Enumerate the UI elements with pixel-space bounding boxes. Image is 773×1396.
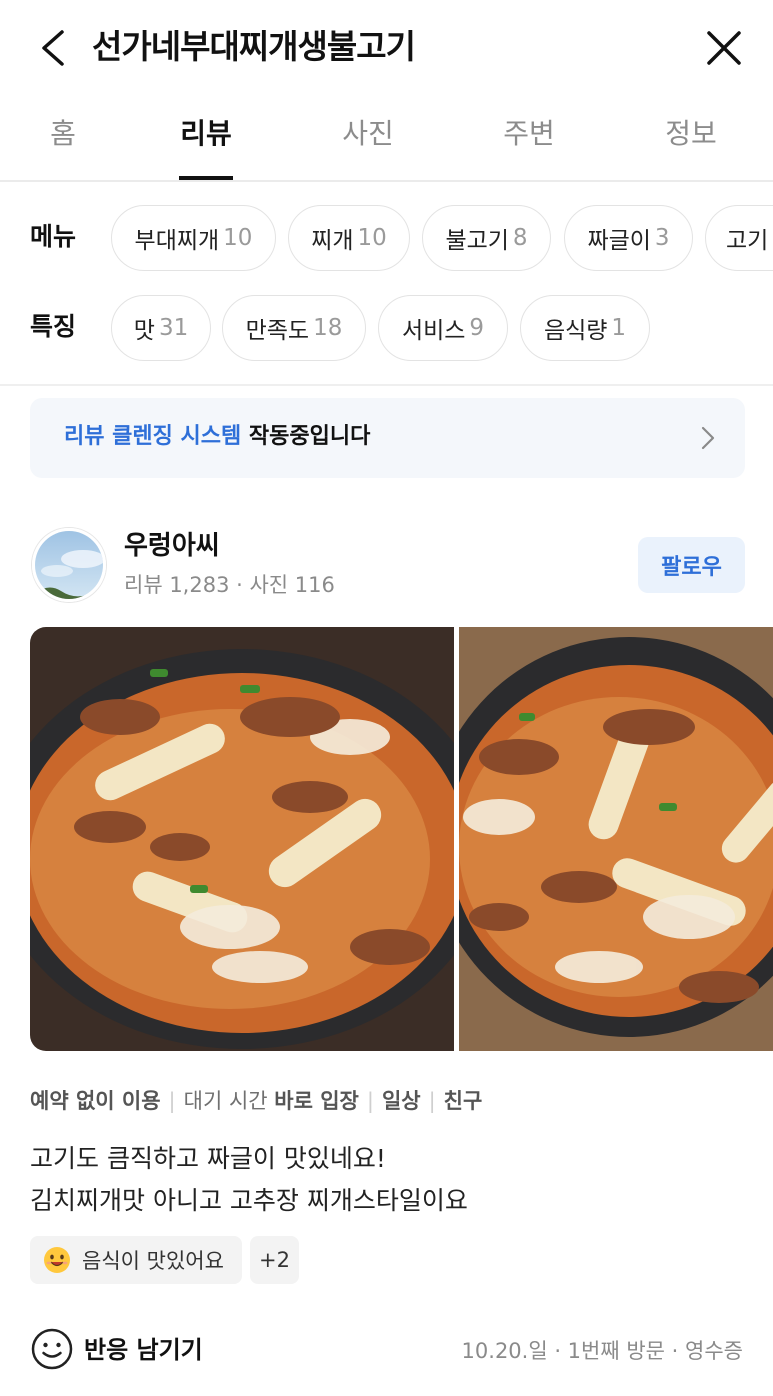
review-text-line: 고기도 큼직하고 짜글이 맛있네요! <box>30 1144 386 1173</box>
feature-chip-taste[interactable]: 맛 31 <box>111 295 211 361</box>
visit-tags: 예약 없이 이용 | 대기 시간 바로 입장 | 일상 | 친구 <box>30 1086 482 1116</box>
chip-count: 10 <box>357 225 387 251</box>
review-cleansing-banner[interactable]: 리뷰 클렌징 시스템 작동중입니다 <box>30 398 745 478</box>
menu-filter-row: 메뉴 부대찌개 10 찌개 10 불고기 8 짜글이 3 고기 <box>0 205 773 271</box>
tab-nearby[interactable]: 주변 <box>474 114 584 154</box>
tag-separator: | <box>428 1089 436 1113</box>
close-icon[interactable] <box>704 28 744 68</box>
reaction-label: 음식이 맛있어요 <box>82 1249 224 1273</box>
chip-name: 불고기 <box>445 228 509 254</box>
chevron-right-icon <box>701 426 715 450</box>
visit-info: 10.20.일 · 1번째 방문 · 영수증 <box>461 1339 743 1363</box>
visit-tag-prefix: 대기 시간 <box>183 1089 275 1113</box>
tab-bar: 홈 리뷰 사진 주변 정보 <box>0 96 773 182</box>
visit-tag: 친구 <box>443 1089 483 1113</box>
feature-chip-service[interactable]: 서비스 9 <box>378 295 508 361</box>
header: 선가네부대찌개생불고기 <box>0 0 773 96</box>
user-name[interactable]: 우렁아씨 <box>124 528 220 564</box>
tag-separator: | <box>366 1089 374 1113</box>
menu-filter-label: 메뉴 <box>30 222 77 251</box>
tab-home[interactable]: 홈 <box>8 114 118 154</box>
tab-info[interactable]: 정보 <box>636 114 746 154</box>
visit-tag: 일상 <box>381 1089 421 1113</box>
visit-tag: 바로 입장 <box>274 1089 359 1113</box>
leave-reaction-button[interactable]: 반응 남기기 <box>84 1333 203 1367</box>
smile-emoji-icon <box>44 1247 70 1273</box>
chip-count: 9 <box>469 315 485 341</box>
section-divider <box>0 384 773 386</box>
chip-count: 18 <box>313 315 343 341</box>
feature-chip-satisfaction[interactable]: 만족도 18 <box>222 295 366 361</box>
banner-highlight: 리뷰 클렌징 시스템 <box>64 424 242 449</box>
chip-name: 맛 <box>133 318 155 344</box>
review-photo-2[interactable] <box>459 627 773 1051</box>
feature-filter-label: 특징 <box>30 312 77 341</box>
page-title: 선가네부대찌개생불고기 <box>92 27 416 66</box>
chip-count: 8 <box>512 225 528 251</box>
banner-text: 리뷰 클렌징 시스템 작동중입니다 <box>64 420 370 454</box>
chip-name: 고기 <box>726 228 769 254</box>
smile-outline-icon[interactable] <box>30 1327 74 1371</box>
chip-name: 짜글이 <box>587 228 651 254</box>
menu-chip-bulgogi[interactable]: 불고기 8 <box>422 205 551 271</box>
menu-chip-gogi[interactable]: 고기 <box>705 205 773 271</box>
active-tab-indicator <box>179 176 233 180</box>
back-arrow-icon[interactable] <box>36 28 72 68</box>
chip-count: 3 <box>654 225 670 251</box>
chip-name: 만족도 <box>245 318 310 344</box>
tag-separator: | <box>168 1089 176 1113</box>
follow-button[interactable]: 팔로우 <box>638 537 745 593</box>
menu-chip-jjigae[interactable]: 찌개 10 <box>288 205 410 271</box>
tab-photos[interactable]: 사진 <box>313 114 423 154</box>
review-text[interactable]: 고기도 큼직하고 짜글이 맛있네요! 김치찌개맛 아니고 고추장 찌개스타일이요 <box>30 1138 468 1222</box>
feature-chip-portion[interactable]: 음식량 1 <box>520 295 650 361</box>
chip-name: 부대찌개 <box>134 228 220 254</box>
chip-count: 31 <box>158 315 189 341</box>
menu-chip-budaejjigae[interactable]: 부대찌개 10 <box>111 205 276 271</box>
menu-chip-jjageuli[interactable]: 짜글이 3 <box>564 205 693 271</box>
feature-filter-row: 특징 맛 31 만족도 18 서비스 9 음식량 1 <box>0 295 773 361</box>
chip-count: 1 <box>611 315 627 341</box>
chip-name: 음식량 <box>543 318 608 344</box>
review-text-line: 김치찌개맛 아니고 고추장 찌개스타일이요 <box>30 1186 468 1215</box>
chip-name: 찌개 <box>311 228 354 254</box>
visit-tag: 예약 없이 이용 <box>30 1089 161 1113</box>
reaction-chip-taste[interactable]: 음식이 맛있어요 <box>30 1236 242 1284</box>
chip-name: 서비스 <box>401 318 466 344</box>
review-photo-1[interactable] <box>30 627 454 1051</box>
tab-review[interactable]: 리뷰 <box>151 114 261 154</box>
chip-count: 10 <box>223 225 253 251</box>
reaction-more-chip[interactable]: +2 <box>250 1236 299 1284</box>
banner-rest: 작동중입니다 <box>241 424 371 449</box>
user-stats: 리뷰 1,283 · 사진 116 <box>124 573 335 597</box>
avatar[interactable] <box>32 528 106 602</box>
